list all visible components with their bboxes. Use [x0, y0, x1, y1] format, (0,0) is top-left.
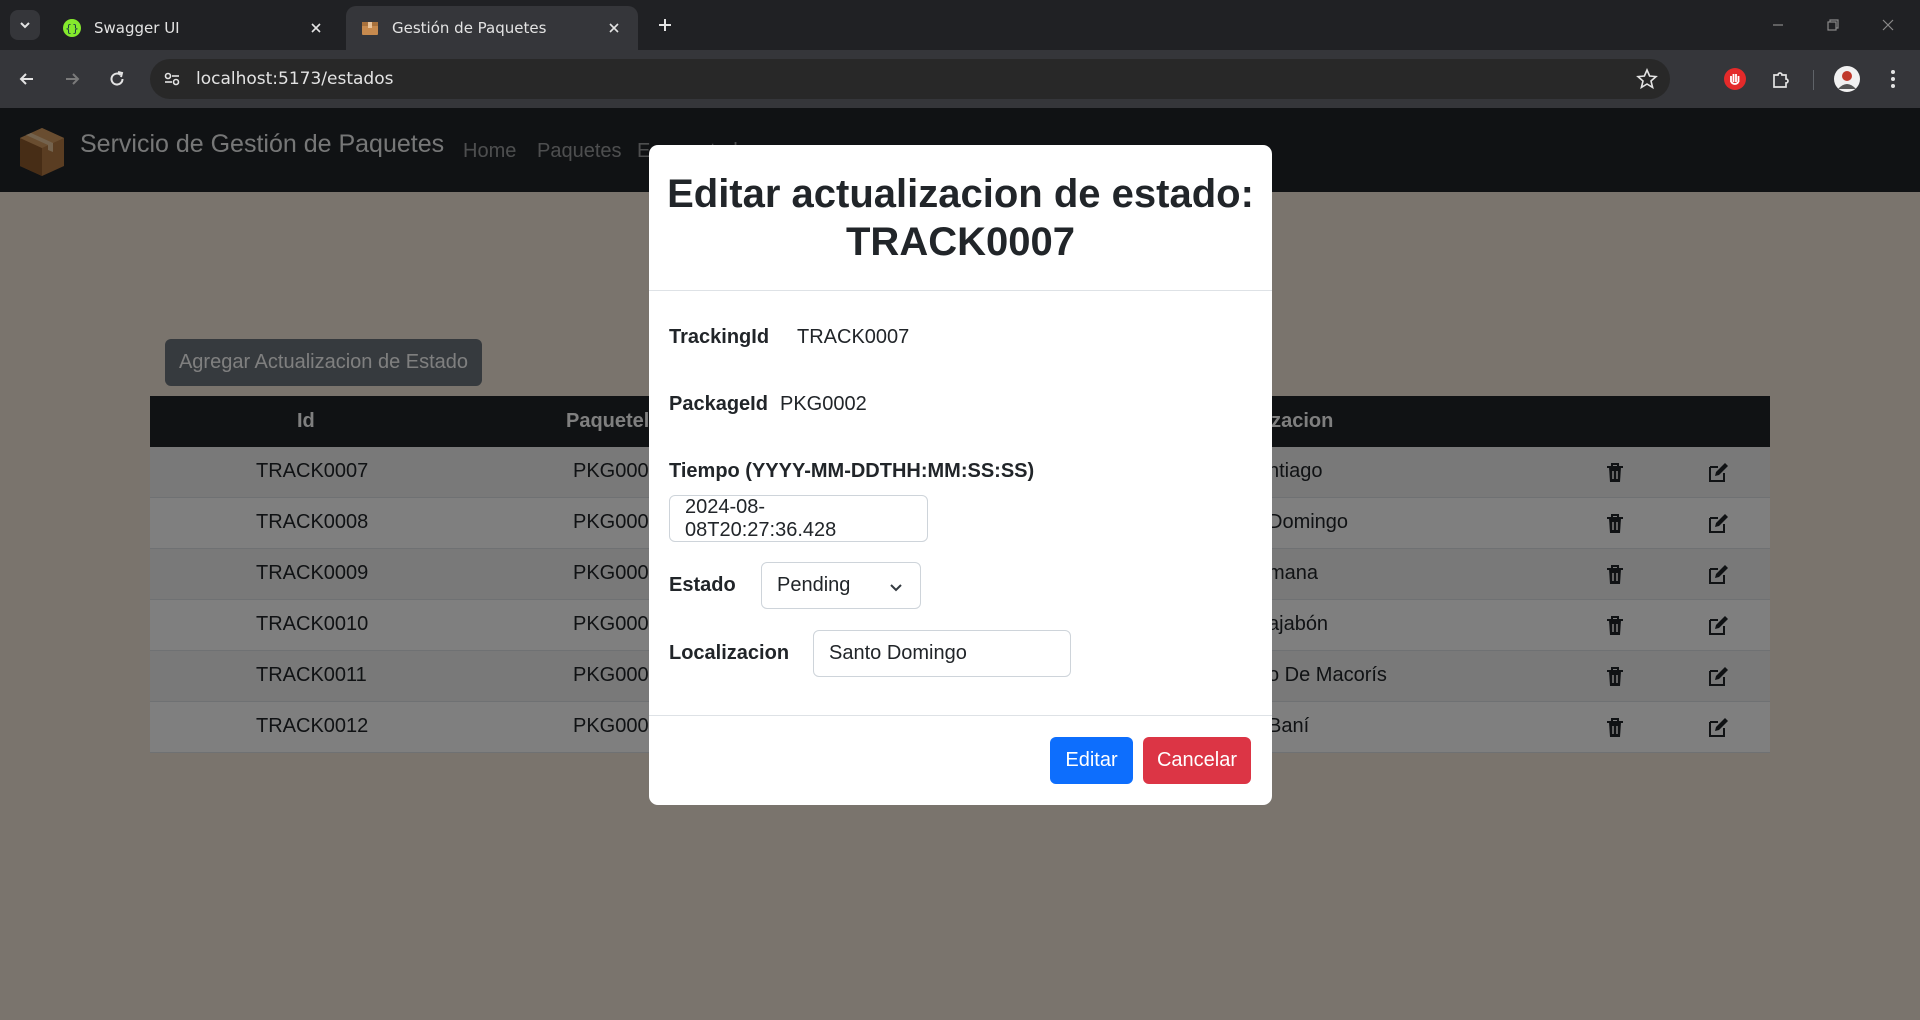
tab-gestion-paquetes[interactable]: Gestión de Paquetes [346, 6, 638, 50]
package-icon [362, 22, 378, 35]
close-icon[interactable] [306, 18, 326, 38]
minimize-icon [1773, 24, 1783, 26]
modal-header: Editar actualizacion de estado: TRACK000… [649, 145, 1272, 291]
tracking-id-value: TRACK0007 [797, 326, 910, 348]
adblock-extension-icon[interactable] [1722, 66, 1748, 92]
page-viewport: Servicio de Gestión de Paquetes Home Paq… [0, 108, 1920, 1020]
plus-icon [659, 19, 671, 31]
star-icon[interactable] [1636, 68, 1658, 90]
restore-icon [1827, 19, 1839, 31]
tiempo-input-value: 2024-08-08T20:27:36.428 [685, 495, 837, 541]
chevron-down-icon [20, 22, 30, 29]
extensions-icon[interactable] [1768, 66, 1794, 92]
more-vert-icon [1891, 70, 1895, 88]
svg-text:{}: {} [65, 22, 79, 35]
localizacion-input[interactable]: Santo Domingo [813, 630, 1071, 677]
localizacion-input-value: Santo Domingo [829, 642, 967, 664]
package-id-value: PKG0002 [780, 393, 867, 415]
estado-selected-value: Pending [777, 574, 851, 596]
close-icon [1882, 19, 1894, 31]
modal-footer: Editar Cancelar [649, 715, 1272, 805]
tracking-id-label: TrackingId [669, 326, 770, 348]
estado-select[interactable]: Pending [761, 562, 921, 609]
toolbar-divider [1813, 70, 1814, 90]
browser-toolbar: localhost:5173/estados [0, 50, 1920, 108]
address-bar[interactable]: localhost:5173/estados [150, 59, 1670, 99]
modal-title-line2: TRACK0007 [846, 219, 1075, 264]
localizacion-label: Localizacion [669, 642, 790, 664]
forward-button[interactable] [57, 64, 87, 94]
minimize-button[interactable] [1758, 10, 1798, 40]
menu-button[interactable] [1880, 66, 1906, 92]
restore-button[interactable] [1813, 10, 1853, 40]
modal-title: Editar actualizacion de estado: TRACK000… [667, 170, 1254, 266]
tab-title: Swagger UI [94, 19, 180, 37]
window-close-button[interactable] [1868, 10, 1908, 40]
chevron-down-icon [890, 584, 902, 592]
tiempo-label: Tiempo (YYYY-MM-DDTHH:MM:SS:SS) [669, 460, 1035, 482]
arrow-left-icon [19, 73, 33, 85]
modal-title-line1: Editar actualizacion de estado: [667, 171, 1254, 216]
estado-label: Estado [669, 574, 736, 596]
profile-avatar[interactable] [1832, 64, 1862, 94]
edit-status-modal: Editar actualizacion de estado: TRACK000… [649, 145, 1272, 805]
site-info-icon[interactable] [162, 69, 182, 89]
browser-tab-bar: {} Swagger UI Gestión de Paquetes [0, 0, 1920, 50]
back-button[interactable] [12, 64, 42, 94]
tab-search-button[interactable] [10, 10, 40, 40]
url-text: localhost:5173/estados [196, 69, 394, 89]
tab-swagger[interactable]: {} Swagger UI [48, 6, 340, 50]
package-id-label: PackageId [669, 393, 768, 415]
reload-icon [110, 71, 124, 86]
new-tab-button[interactable] [652, 12, 678, 38]
arrow-right-icon [66, 73, 80, 85]
cancel-button[interactable]: Cancelar [1143, 737, 1251, 784]
reload-button[interactable] [102, 64, 132, 94]
close-icon[interactable] [604, 18, 624, 38]
tab-title: Gestión de Paquetes [392, 19, 547, 37]
tiempo-input[interactable]: 2024-08-08T20:27:36.428 [669, 495, 928, 542]
edit-button[interactable]: Editar [1050, 737, 1133, 784]
swagger-icon: {} [63, 19, 81, 37]
